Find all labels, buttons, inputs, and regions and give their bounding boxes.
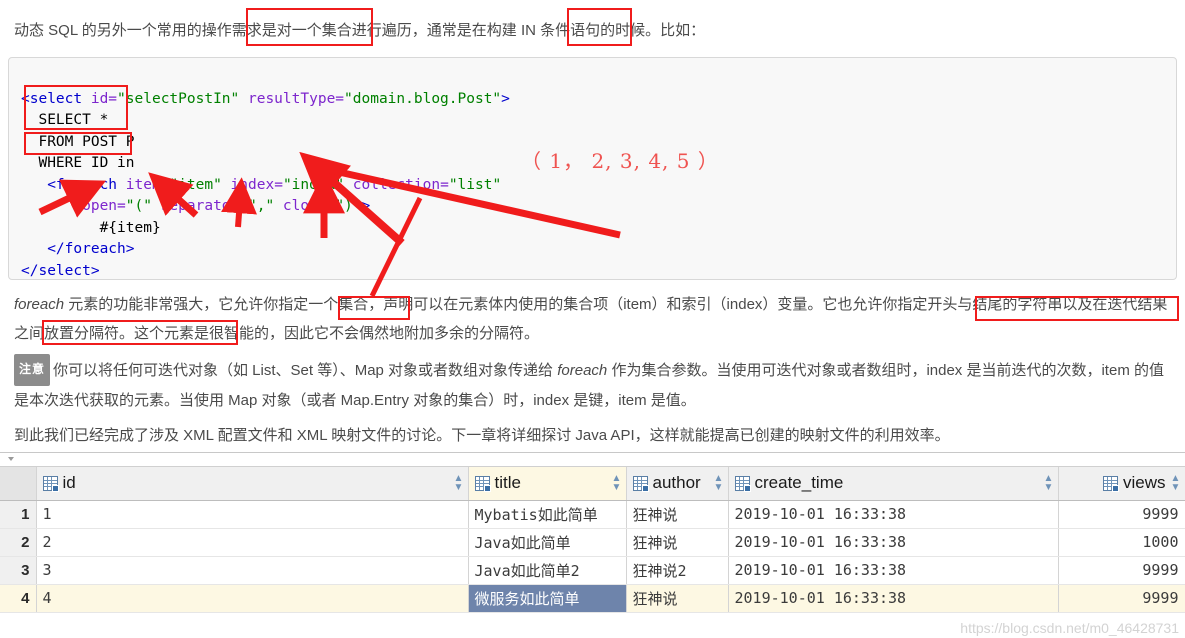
result-grid-panel[interactable]: id ▲ ▼ title ▲ ▼ author ▲ ▼ create_time … — [0, 452, 1185, 638]
cell-id[interactable]: 1 — [36, 500, 469, 529]
sort-toggle-icon[interactable]: ▲ ▼ — [714, 474, 724, 493]
sort-toggle-icon[interactable]: ▲ ▼ — [1044, 474, 1054, 493]
code-line-8: </foreach> — [21, 241, 135, 257]
cell-author[interactable]: 狂神说2 — [626, 556, 729, 585]
code-line-9: </select> — [21, 262, 100, 279]
result-grid[interactable]: id ▲ ▼ title ▲ ▼ author ▲ ▼ create_time … — [0, 467, 1185, 613]
cell-views[interactable]: 9999 — [1058, 500, 1185, 529]
foreach-description-paragraph: foreach 元素的功能非常强大，它允许你指定一个集合，声明可以在元素体内使用… — [0, 290, 1185, 348]
cell-author[interactable]: 狂神说 — [626, 500, 729, 529]
grid-corner-cell[interactable] — [0, 467, 37, 501]
article-body: 动态 SQL 的另外一个常用的操作需求是对一个集合进行遍历，通常是在构建 IN … — [0, 0, 1185, 450]
sort-toggle-icon[interactable]: ▲ ▼ — [454, 474, 464, 493]
code-line-4: WHERE ID in — [21, 155, 135, 171]
code-line-3: FROM POST P — [21, 133, 135, 150]
grid-header-row: id ▲ ▼ title ▲ ▼ author ▲ ▼ create_time … — [0, 467, 1185, 501]
caret-marker-icon — [8, 457, 14, 461]
watermark: https://blog.csdn.net/m0_46428731 — [960, 620, 1179, 636]
cell-title[interactable]: Java如此简单 — [468, 528, 627, 557]
cell-title[interactable]: Java如此简单2 — [468, 556, 627, 585]
grid-header-title[interactable]: title ▲ ▼ — [468, 467, 627, 501]
cell-title-selected[interactable]: 微服务如此简单 — [468, 584, 627, 613]
row-number: 4 — [0, 584, 37, 613]
column-icon — [1102, 475, 1119, 492]
code-line-5: <foreach item="item" index="index" colle… — [47, 176, 502, 193]
column-icon — [474, 475, 491, 492]
grid-header-id[interactable]: id ▲ ▼ — [36, 467, 469, 501]
closing-paragraph: 到此我们已经完成了涉及 XML 配置文件和 XML 映射文件的讨论。下一章将详细… — [14, 427, 950, 444]
column-icon — [42, 475, 59, 492]
grid-top-ruler — [0, 453, 1185, 467]
code-line-2: SELECT * — [21, 112, 109, 128]
grid-header-views[interactable]: views ▲ ▼ — [1058, 467, 1185, 501]
grid-header-id-label: id — [62, 473, 76, 493]
table-row[interactable]: 3 3 Java如此简单2 狂神说2 2019-10-01 16:33:38 9… — [0, 556, 1185, 585]
note-text-part1: 你可以将任何可迭代对象（如 List、Set 等）、Map 对象或者数组对象传递… — [53, 362, 558, 379]
column-icon — [734, 475, 751, 492]
code-result-annotation: （ 1， 2, 3, 4, 5 ） — [521, 149, 719, 173]
note-foreach-keyword: foreach — [557, 362, 608, 379]
row-number: 3 — [0, 556, 37, 585]
column-icon — [632, 475, 649, 492]
table-row[interactable]: 1 1 Mybatis如此简单 狂神说 2019-10-01 16:33:38 … — [0, 500, 1185, 529]
intro-paragraph: 动态 SQL 的另外一个常用的操作需求是对一个集合进行遍历，通常是在构建 IN … — [14, 22, 706, 39]
note-badge: 注意 — [14, 354, 51, 386]
grid-header-views-label: views — [1122, 473, 1166, 493]
foreach-description-text: 元素的功能非常强大，它允许你指定一个集合，声明可以在元素体内使用的集合项（ite… — [14, 296, 1168, 342]
code-line-7: #{item} — [21, 219, 161, 236]
cell-create-time[interactable]: 2019-10-01 16:33:38 — [728, 584, 1059, 613]
cell-author[interactable]: 狂神说 — [626, 528, 729, 557]
cell-views[interactable]: 1000 — [1058, 528, 1185, 557]
grid-header-create-time-label: create_time — [754, 473, 844, 493]
cell-id[interactable]: 3 — [36, 556, 469, 585]
cell-views[interactable]: 9999 — [1058, 584, 1185, 613]
sort-toggle-icon[interactable]: ▲ ▼ — [1171, 474, 1181, 493]
cell-id[interactable]: 4 — [36, 584, 469, 613]
grid-header-author[interactable]: author ▲ ▼ — [626, 467, 729, 501]
note-paragraph: 注意 你可以将任何可迭代对象（如 List、Set 等）、Map 对象或者数组对象… — [0, 354, 1185, 415]
code-line-6: open="(" separator="," close=")"> — [82, 198, 371, 214]
row-number: 2 — [0, 528, 37, 557]
cell-create-time[interactable]: 2019-10-01 16:33:38 — [728, 528, 1059, 557]
cell-create-time[interactable]: 2019-10-01 16:33:38 — [728, 556, 1059, 585]
grid-header-title-label: title — [494, 473, 521, 493]
cell-title[interactable]: Mybatis如此简单 — [468, 500, 627, 529]
cell-create-time[interactable]: 2019-10-01 16:33:38 — [728, 500, 1059, 529]
grid-header-create-time[interactable]: create_time ▲ ▼ — [728, 467, 1059, 501]
sort-toggle-icon[interactable]: ▲ ▼ — [612, 474, 622, 493]
table-row-selected[interactable]: 4 4 微服务如此简单 狂神说 2019-10-01 16:33:38 9999 — [0, 584, 1185, 613]
code-block-foreach: <select id="selectPostIn" resultType="do… — [8, 57, 1177, 280]
cell-id[interactable]: 2 — [36, 528, 469, 557]
row-number: 1 — [0, 500, 37, 529]
code-line-1: <select id="selectPostIn" resultType="do… — [21, 90, 510, 107]
table-row[interactable]: 2 2 Java如此简单 狂神说 2019-10-01 16:33:38 100… — [0, 528, 1185, 557]
grid-header-author-label: author — [652, 473, 701, 493]
cell-author[interactable]: 狂神说 — [626, 584, 729, 613]
foreach-keyword: foreach — [14, 296, 65, 313]
cell-views[interactable]: 9999 — [1058, 556, 1185, 585]
